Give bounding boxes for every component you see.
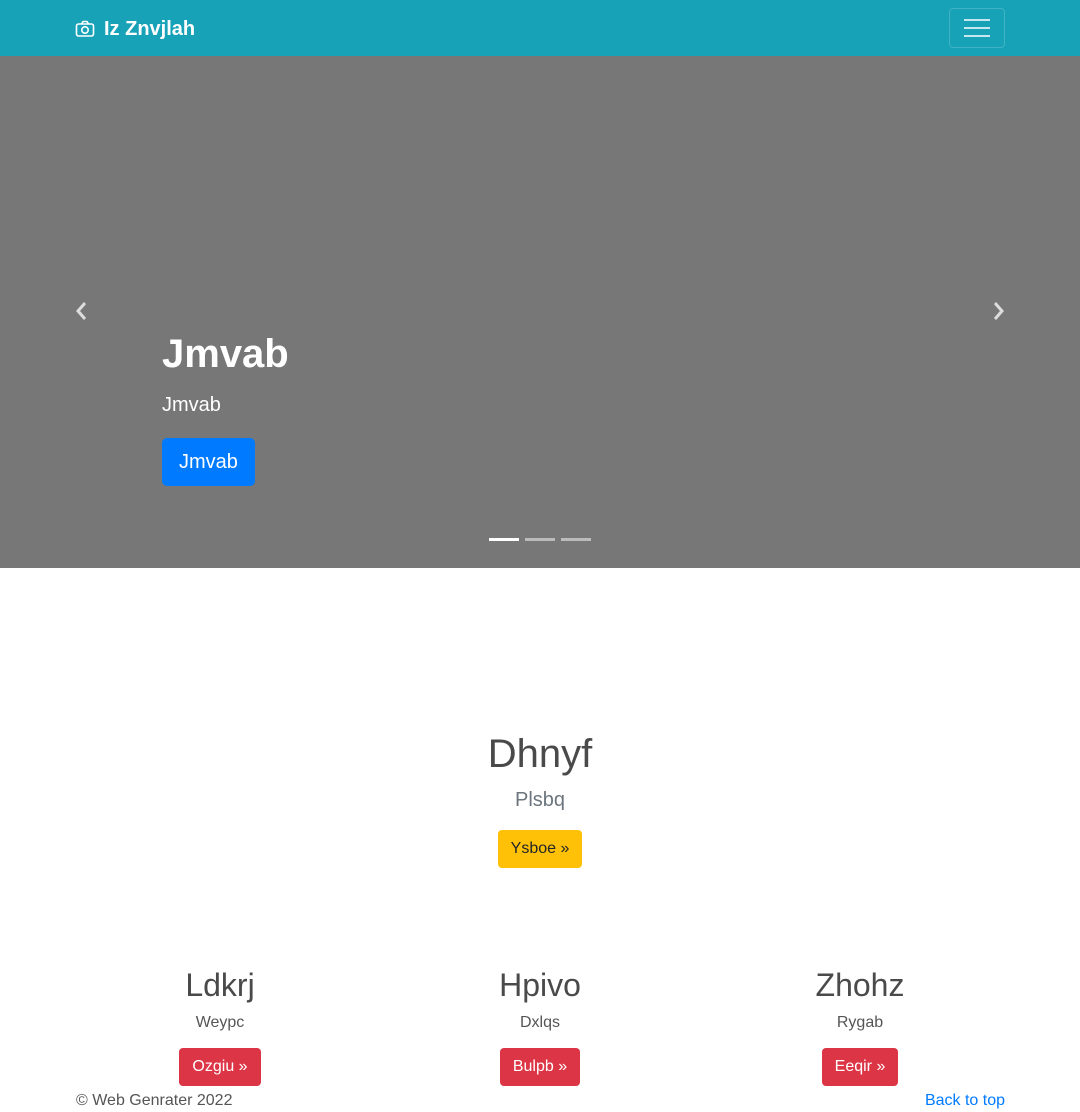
column-text: Dxlqs <box>519 1014 560 1031</box>
carousel-indicator-2[interactable] <box>525 538 555 541</box>
carousel-cta-button[interactable]: Jmvab <box>162 438 255 486</box>
carousel-next-button[interactable] <box>983 296 1013 326</box>
column-1: Ldkrj Weypc Ozgiu » <box>60 964 380 1086</box>
carousel-heading: Jmvab <box>162 332 289 376</box>
column-2: Hpivo Dxlqs Bulpb » <box>380 964 700 1086</box>
chevron-right-icon <box>993 302 1004 320</box>
column-heading: Zhohz <box>815 967 905 1003</box>
back-to-top-link[interactable]: Back to top <box>925 1090 1005 1112</box>
column-text: Weypc <box>195 1014 245 1031</box>
carousel-text: Jmvab <box>162 394 221 416</box>
column-text: Rygab <box>836 1014 884 1031</box>
column-button[interactable]: Ozgiu » <box>179 1048 261 1086</box>
navbar-toggler-button[interactable] <box>949 8 1005 48</box>
carousel-indicator-1[interactable] <box>489 538 519 541</box>
navbar: Iz Znvjlah <box>0 0 1080 56</box>
hamburger-bar <box>964 35 990 37</box>
column-3: Zhohz Rygab Eeqir » <box>700 964 1020 1086</box>
camera-icon <box>75 19 95 39</box>
carousel-prev-button[interactable] <box>67 296 97 326</box>
hamburger-menu-icon <box>964 19 990 21</box>
hamburger-bar <box>964 27 990 29</box>
feature-button[interactable]: Ysboe » <box>497 830 583 868</box>
feature-heading: Dhnyf <box>487 732 593 776</box>
carousel-indicator-3[interactable] <box>561 538 591 541</box>
feature-section: Dhnyf Plsbq Ysboe » <box>0 730 1080 868</box>
column-heading: Ldkrj <box>185 967 255 1003</box>
copyright-text: © Web Genrater 2022 <box>76 1092 233 1109</box>
brand-link[interactable]: Iz Znvjlah <box>75 15 195 43</box>
feature-text: Plsbq <box>514 789 566 811</box>
column-heading: Hpivo <box>499 967 581 1003</box>
carousel-caption: Jmvab Jmvab Jmvab <box>162 330 289 486</box>
carousel-indicators <box>489 538 591 541</box>
brand-name: Iz Znvjlah <box>104 17 196 40</box>
chevron-left-icon <box>76 302 87 320</box>
column-button[interactable]: Bulpb » <box>499 1048 581 1086</box>
hero-carousel: Jmvab Jmvab Jmvab <box>0 56 1080 568</box>
column-button[interactable]: Eeqir » <box>821 1048 899 1086</box>
